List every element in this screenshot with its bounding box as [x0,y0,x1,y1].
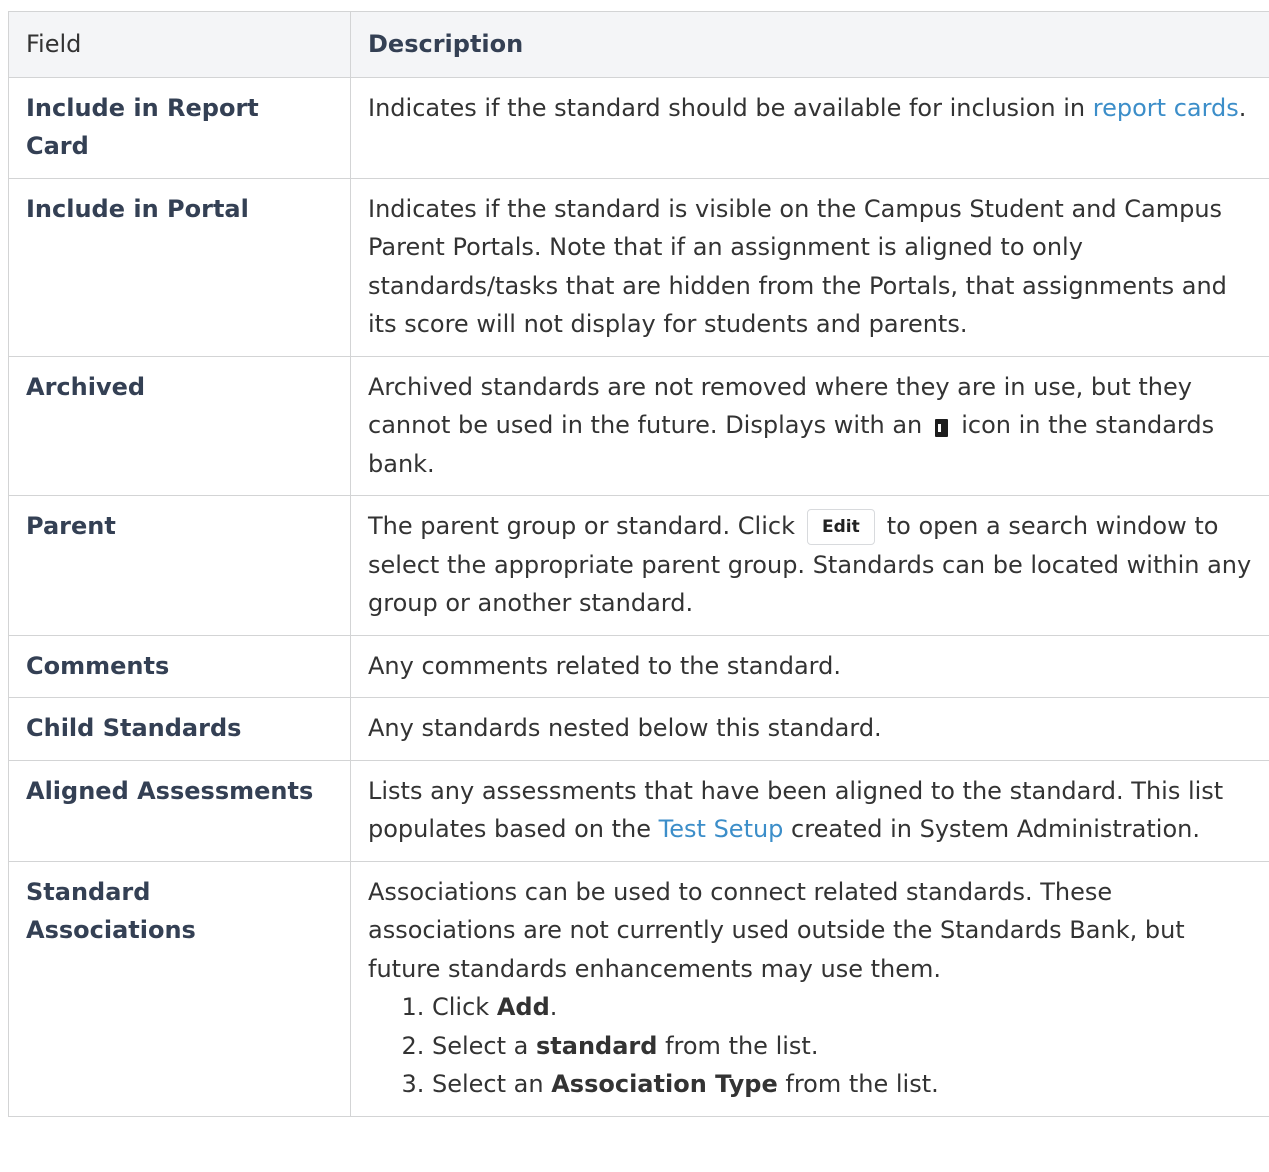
field-name: Child Standards [8,697,351,761]
field-description: Any comments related to the standard. [350,634,1269,698]
field-description: Indicates if the standard is visible on … [350,177,1269,357]
edit-button[interactable]: Edit [806,509,875,545]
field-description: Indicates if the standard should be avai… [350,76,1269,179]
table-row: Child Standards Any standards nested bel… [8,697,1269,761]
field-column-header: Field [8,11,351,78]
field-name: Parent [8,495,351,636]
field-name: Aligned Assessments [8,759,351,862]
field-name: Standard Associations [8,860,351,1117]
field-name: Comments [8,634,351,698]
field-name: Archived [8,355,351,496]
field-description: Any standards nested below this standard… [350,697,1269,761]
test-setup-link[interactable]: Test Setup [659,815,784,843]
list-item: Select a standard from the list. [432,1027,1262,1066]
list-item: Select an Association Type from the list… [432,1065,1262,1104]
table-row: Comments Any comments related to the sta… [8,634,1269,698]
table-row: Include in Portal Indicates if the stand… [8,177,1269,357]
description-column-header: Description [350,11,1269,78]
field-description: Associations can be used to connect rela… [350,860,1269,1117]
table-row: Parent The parent group or standard. Cli… [8,495,1269,636]
field-description-table: Field Description Include in Report Card… [8,11,1269,1117]
table-row: Archived Archived standards are not remo… [8,355,1269,496]
table-row: Standard Associations Associations can b… [8,860,1269,1117]
field-description: Archived standards are not removed where… [350,355,1269,496]
field-description: The parent group or standard. Click Edit t… [350,495,1269,636]
steps-list: Click Add. Select a standard from the li… [368,988,1262,1104]
header-row: Field Description [8,11,1269,78]
field-name: Include in Report Card [8,76,351,179]
field-description: Lists any assessments that have been ali… [350,759,1269,862]
list-item: Click Add. [432,988,1262,1027]
archive-icon [935,419,949,437]
report-cards-link[interactable]: report cards [1093,94,1239,122]
table-row: Aligned Assessments Lists any assessment… [8,759,1269,862]
table-row: Include in Report Card Indicates if the … [8,76,1269,179]
field-name: Include in Portal [8,177,351,357]
